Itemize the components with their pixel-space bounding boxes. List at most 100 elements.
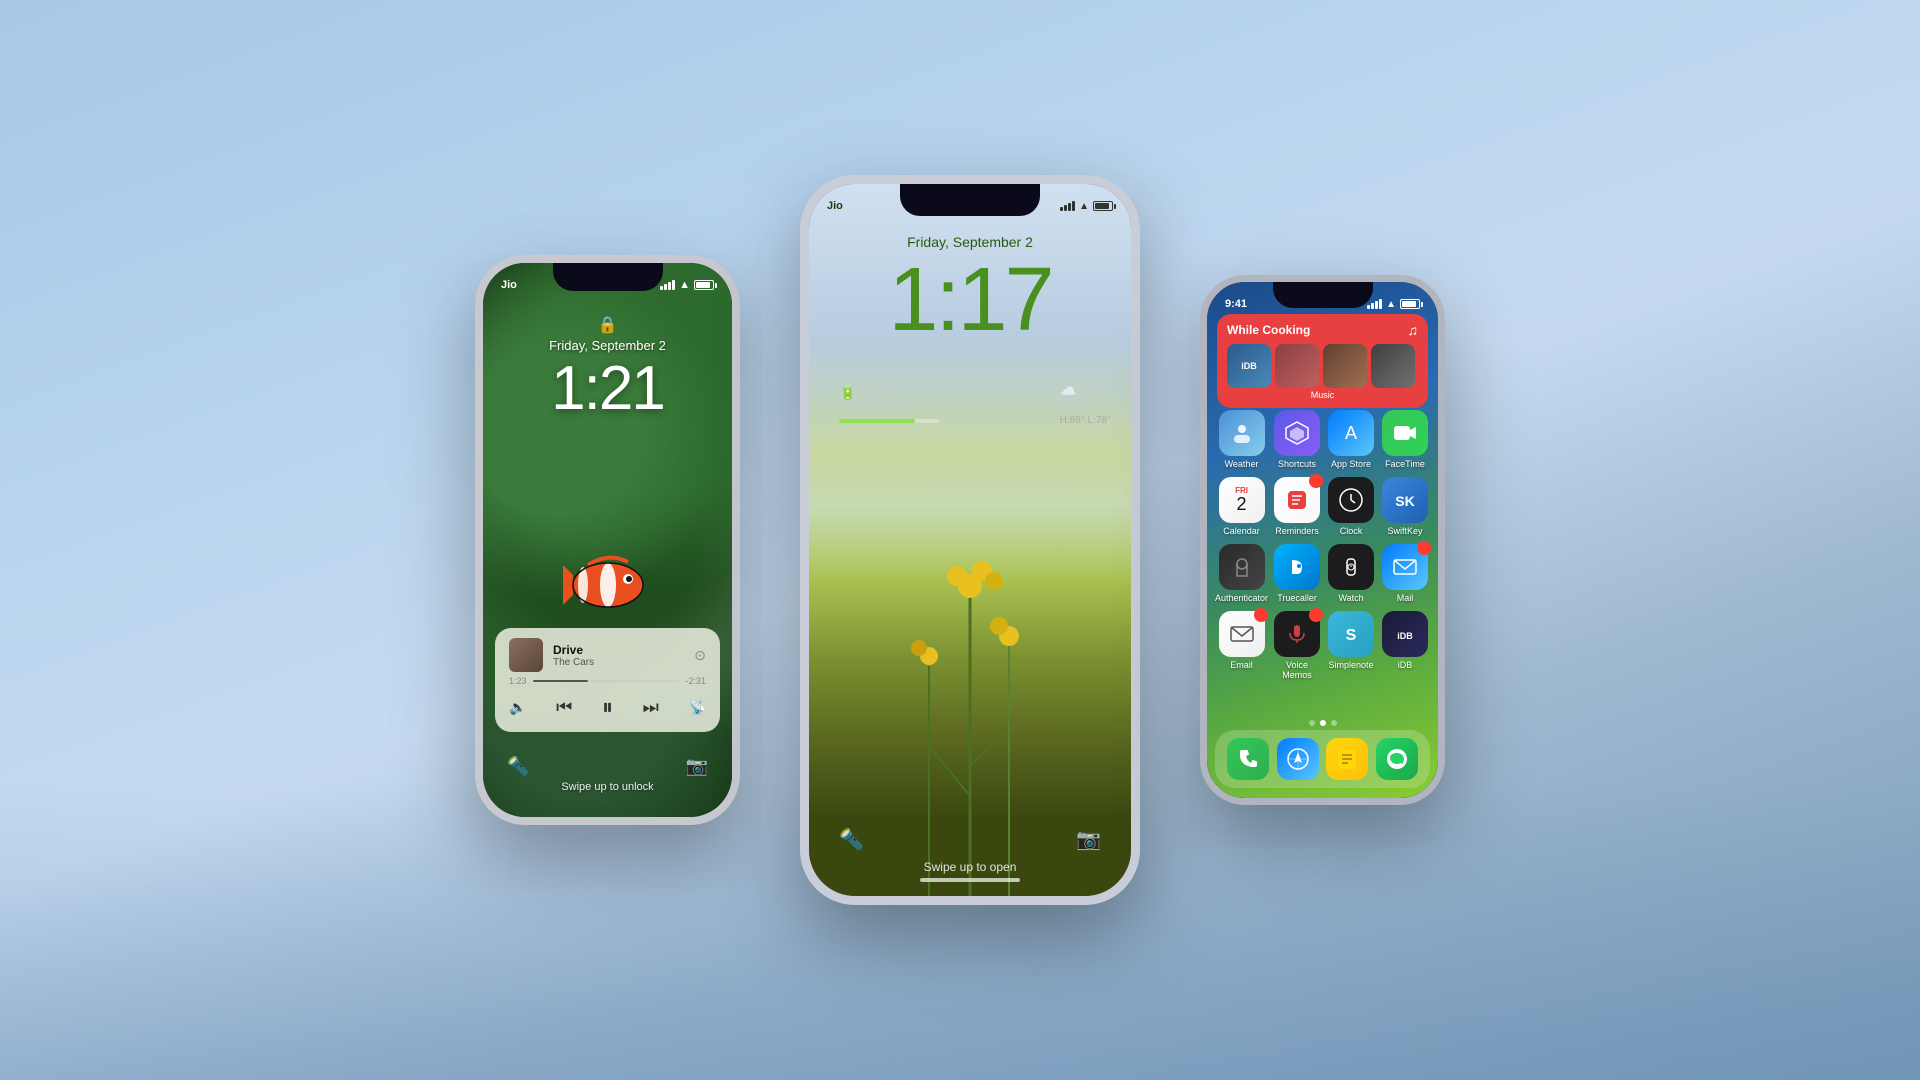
app-idb[interactable]: iDB iDB (1380, 611, 1430, 680)
silent-button (475, 363, 477, 391)
app-grid: Weather Shortcuts A App Store (1215, 410, 1430, 680)
app-swiftkey[interactable]: SK SwiftKey (1380, 477, 1430, 536)
facetime-icon (1382, 410, 1428, 456)
swiftkey-icon: SK (1382, 477, 1428, 523)
center-signal (1060, 201, 1075, 211)
album3 (1323, 344, 1367, 388)
music-title: Drive (553, 643, 684, 657)
pause-button[interactable]: ⏸ (602, 694, 613, 720)
power-button (738, 383, 740, 433)
center-camera-icon[interactable]: 📷 (1076, 827, 1101, 852)
swiftkey-label: SwiftKey (1388, 526, 1423, 536)
bar2 (664, 284, 667, 290)
app-calendar[interactable]: FRI 2 Calendar (1215, 477, 1268, 536)
app-facetime[interactable]: FaceTime (1380, 410, 1430, 469)
right-time: 9:41 (1225, 298, 1247, 310)
center-wallpaper: Jio ▲ Friday, Septemb (809, 184, 1131, 896)
app-watch[interactable]: Watch (1326, 544, 1376, 603)
dock-safari[interactable] (1277, 738, 1319, 780)
music-progress-bar[interactable] (533, 680, 680, 682)
center-wifi-icon: ▲ (1079, 201, 1089, 212)
music-thumbnail (509, 638, 543, 672)
app-weather[interactable]: Weather (1215, 410, 1268, 469)
album4 (1371, 344, 1415, 388)
music-progress-row: 1:23 -2:31 (509, 676, 706, 686)
next-button[interactable]: ⏭ (643, 697, 659, 718)
bar4 (1379, 299, 1382, 309)
dock-whatsapp[interactable] (1376, 738, 1418, 780)
dot2 (1320, 720, 1326, 726)
authenticator-icon (1219, 544, 1265, 590)
music-player[interactable]: Drive The Cars ⊙ 1:23 -2:31 🔈 (495, 628, 720, 732)
appstore-icon: A (1328, 410, 1374, 456)
prev-button[interactable]: ⏮ (556, 697, 572, 718)
right-wallpaper: 9:41 ▲ While Coo (1207, 282, 1438, 798)
notch-center (900, 184, 1040, 216)
center-flashlight-icon[interactable]: 🔦 (839, 827, 864, 852)
app-authenticator[interactable]: Authenticator (1215, 544, 1268, 603)
notch-left (553, 263, 663, 291)
app-email[interactable]: Email (1215, 611, 1268, 680)
battery-bar (839, 419, 939, 423)
dock-notes[interactable] (1326, 738, 1368, 780)
battery-icon (694, 280, 714, 290)
music-note-icon: ♫ (1408, 322, 1419, 338)
left-date: Friday, September 2 (549, 338, 666, 353)
mail-badge (1417, 541, 1431, 555)
music-top: Drive The Cars ⊙ (509, 638, 706, 672)
wifi-icon: ▲ (679, 279, 690, 291)
bar3 (1068, 203, 1071, 211)
facetime-label: FaceTime (1385, 459, 1425, 469)
bar1 (1060, 207, 1063, 211)
idb-icon: iDB (1382, 611, 1428, 657)
app-truecaller[interactable]: Truecaller (1272, 544, 1322, 603)
weather-widget: ☁️ 88° Cloudy H:89° L:78° (1060, 384, 1111, 426)
right-status-icons: ▲ (1367, 299, 1420, 310)
app-mail[interactable]: Mail (1380, 544, 1430, 603)
app-simplenote[interactable]: S Simplenote (1326, 611, 1376, 680)
right-screen: 9:41 ▲ While Coo (1207, 282, 1438, 798)
battery-label: Ankur's iPhone (839, 403, 939, 415)
email-label: Email (1230, 660, 1253, 670)
center-battery (1093, 201, 1113, 211)
app-reminders[interactable]: Reminders (1272, 477, 1322, 536)
notes-icon (1326, 738, 1368, 780)
voicememos-icon (1274, 611, 1320, 657)
mail-label: Mail (1397, 593, 1414, 603)
music-time-total: -2:31 (685, 676, 706, 686)
volume-icon[interactable]: 🔈 (509, 699, 526, 716)
app-appstore[interactable]: A App Store (1326, 410, 1376, 469)
dot1 (1309, 720, 1315, 726)
dock-phone[interactable] (1227, 738, 1269, 780)
flashlight-icon[interactable]: 🔦 (507, 756, 529, 777)
reminders-label: Reminders (1275, 526, 1319, 536)
music-menu-icon[interactable]: ⊙ (694, 647, 706, 664)
safari-icon (1277, 738, 1319, 780)
app-shortcuts[interactable]: Shortcuts (1272, 410, 1322, 469)
phones-container: Jio ▲ 🔒 Friday, September 2 1:21 (475, 175, 1445, 905)
reminders-badge (1309, 474, 1323, 488)
bar4 (1072, 201, 1075, 211)
clock-icon (1328, 477, 1374, 523)
center-date: Friday, September 2 (907, 234, 1033, 250)
calendar-label: Calendar (1223, 526, 1260, 536)
svg-text:A: A (1345, 423, 1357, 443)
camera-icon[interactable]: 📷 (686, 756, 708, 777)
battery-pct: 76% (860, 385, 888, 401)
music-widget-title: While Cooking (1227, 323, 1310, 337)
left-status-icons: ▲ (660, 279, 714, 291)
app-clock[interactable]: Clock (1326, 477, 1376, 536)
app-voicememos[interactable]: Voice Memos (1272, 611, 1322, 680)
album2 (1275, 344, 1319, 388)
swipe-up-text: Swipe up to unlock (561, 781, 653, 793)
clock-label: Clock (1340, 526, 1363, 536)
airplay-icon[interactable]: 📡 (689, 699, 706, 716)
bar4 (672, 280, 675, 290)
bar1 (1367, 305, 1370, 309)
music-artist: The Cars (553, 657, 684, 668)
email-badge (1254, 608, 1268, 622)
music-widget-label: Music (1227, 390, 1418, 400)
music-widget[interactable]: While Cooking ♫ iDB Music (1217, 314, 1428, 408)
left-carrier: Jio (501, 279, 517, 291)
clownfish-image (558, 547, 658, 617)
